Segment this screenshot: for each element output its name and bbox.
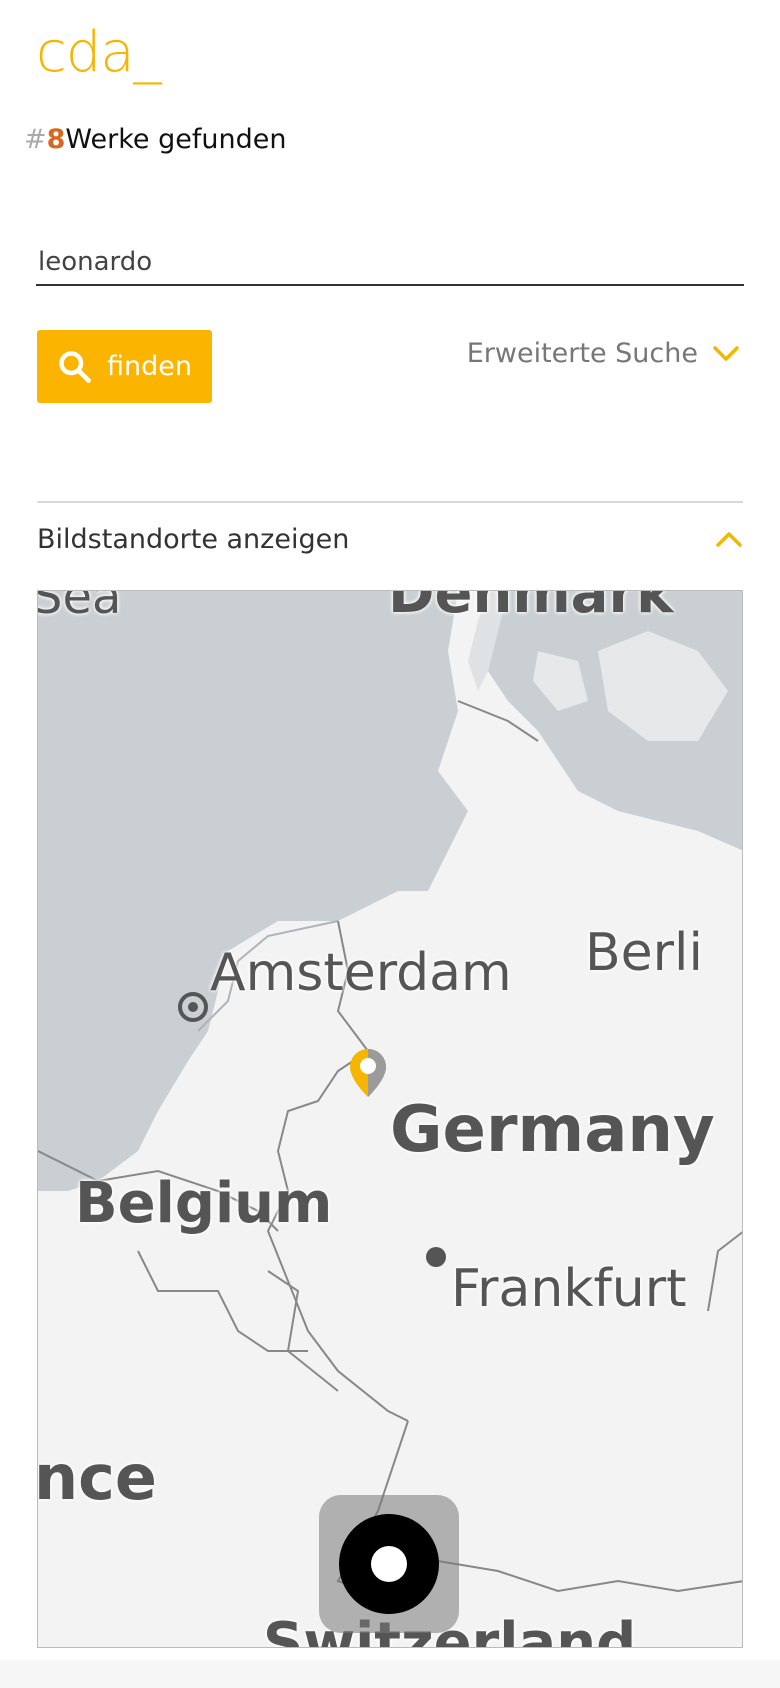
- map-label-berlin: Berli: [585, 923, 703, 983]
- locate-icon: [339, 1514, 439, 1614]
- find-button-label: finden: [107, 351, 192, 382]
- chevron-down-icon: [713, 345, 739, 361]
- map-label-frankfurt: Frankfurt: [451, 1259, 687, 1319]
- chevron-up-icon: [716, 532, 742, 547]
- results-count: # 8 Werke gefunden: [24, 124, 286, 155]
- advanced-search-toggle[interactable]: Erweiterte Suche: [467, 338, 740, 369]
- locate-me-button[interactable]: [319, 1495, 459, 1633]
- find-button[interactable]: finden: [37, 330, 212, 403]
- map-label-germany: Germany: [390, 1093, 715, 1167]
- results-number: 8: [46, 124, 66, 155]
- footer-strip: [0, 1660, 780, 1688]
- results-label: Werke gefunden: [65, 124, 287, 155]
- map-section-label: Bildstandorte anzeigen: [37, 523, 350, 555]
- app-logo[interactable]: cda_: [36, 20, 162, 85]
- map-label-denmark: Denmark: [388, 590, 674, 626]
- results-hash: #: [24, 124, 47, 155]
- map-label-belgium: Belgium: [75, 1171, 333, 1236]
- map-label-sea: Sea: [37, 590, 122, 625]
- map-pin-icon[interactable]: [348, 1047, 388, 1099]
- map-label-amsterdam: Amsterdam: [210, 943, 512, 1003]
- advanced-search-label: Erweiterte Suche: [466, 338, 698, 369]
- search-icon: [59, 350, 91, 383]
- section-divider: [37, 501, 743, 503]
- map-section-toggle[interactable]: Bildstandorte anzeigen: [37, 514, 743, 564]
- search-input[interactable]: [36, 240, 744, 286]
- map-label-france: nce: [37, 1441, 157, 1514]
- location-map[interactable]: Sea Denmark Amsterdam Berli Germany Belg…: [37, 590, 743, 1648]
